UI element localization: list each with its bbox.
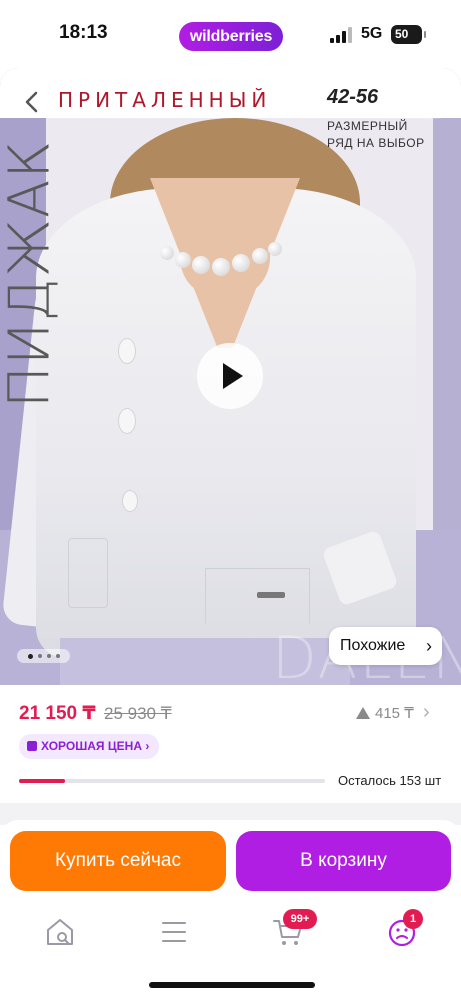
- old-price: 25 930 ₸: [104, 704, 172, 723]
- gallery-pagination[interactable]: [17, 649, 70, 663]
- jacket-button: [118, 408, 136, 434]
- cart-count-badge: 99+: [283, 909, 317, 929]
- home-indicator: [149, 982, 315, 988]
- vertical-title: ПИДЖАК: [0, 94, 62, 454]
- jacket-button: [118, 338, 136, 364]
- chevron-right-icon: ›: [426, 636, 432, 656]
- profile-notification-badge: 1: [403, 909, 423, 929]
- network-label: 5G: [361, 25, 383, 42]
- size-caption: РАЗМЕРНЫЙ РЯД НА ВЫБОР: [327, 119, 425, 150]
- play-icon[interactable]: [197, 343, 263, 409]
- size-range: 42-56: [327, 86, 379, 108]
- buy-now-button[interactable]: Купить сейчас: [10, 831, 226, 891]
- jacket-button: [122, 490, 138, 512]
- hero-headline: ПРИТАЛЕННЫЙ: [58, 88, 272, 112]
- pagination-dot: [56, 654, 60, 658]
- similar-button-label: Похожие: [340, 637, 406, 654]
- pagination-dot: [38, 654, 42, 658]
- share-icon[interactable]: [416, 88, 446, 120]
- thumbs-up-icon: [27, 741, 37, 751]
- stock-remaining: Осталось 153 шт: [338, 773, 442, 788]
- stock-progress-fill: [19, 779, 65, 783]
- price-history-value: 415 ₸: [375, 705, 414, 722]
- brand-logo[interactable]: wildberries: [179, 22, 283, 51]
- chevron-right-icon: ›: [145, 739, 150, 753]
- add-to-cart-button[interactable]: В корзину: [236, 831, 451, 891]
- pagination-dot: [28, 653, 33, 659]
- product-gallery[interactable]: ПИДЖАК ПРИТАЛЕННЫЙ 42-56 РАЗМЕРНЫЙ РЯД Н…: [0, 68, 461, 685]
- price-card: 21 150 ₸ 25 930 ₸ 415 ₸ › ХОРОШАЯ ЦЕНА ›…: [0, 685, 461, 803]
- price-history[interactable]: 415 ₸: [356, 704, 414, 722]
- similar-button[interactable]: Похожие ›: [329, 627, 442, 665]
- status-bar: 18:13 wildberries 5G 50: [0, 0, 461, 68]
- chevron-right-icon[interactable]: ›: [423, 701, 430, 724]
- pagination-dot: [47, 654, 51, 658]
- status-time: 18:13: [59, 22, 108, 43]
- home-icon[interactable]: [44, 917, 76, 947]
- stock-progress-bar: [19, 779, 325, 783]
- good-price-label: ХОРОШАЯ ЦЕНА: [41, 739, 142, 753]
- current-price: 21 150 ₸: [19, 703, 96, 724]
- pearl-necklace: [160, 238, 290, 278]
- signal-icon: [330, 27, 352, 43]
- vertical-title-text: ПИДЖАК: [0, 139, 62, 409]
- back-arrow-icon[interactable]: [20, 90, 44, 114]
- good-price-badge[interactable]: ХОРОШАЯ ЦЕНА ›: [19, 734, 160, 759]
- triangle-icon: [356, 707, 370, 719]
- catalog-icon[interactable]: [158, 917, 190, 947]
- jacket-pocket: [68, 538, 108, 608]
- jacket-label: [257, 592, 285, 598]
- battery-icon: 50: [391, 25, 426, 44]
